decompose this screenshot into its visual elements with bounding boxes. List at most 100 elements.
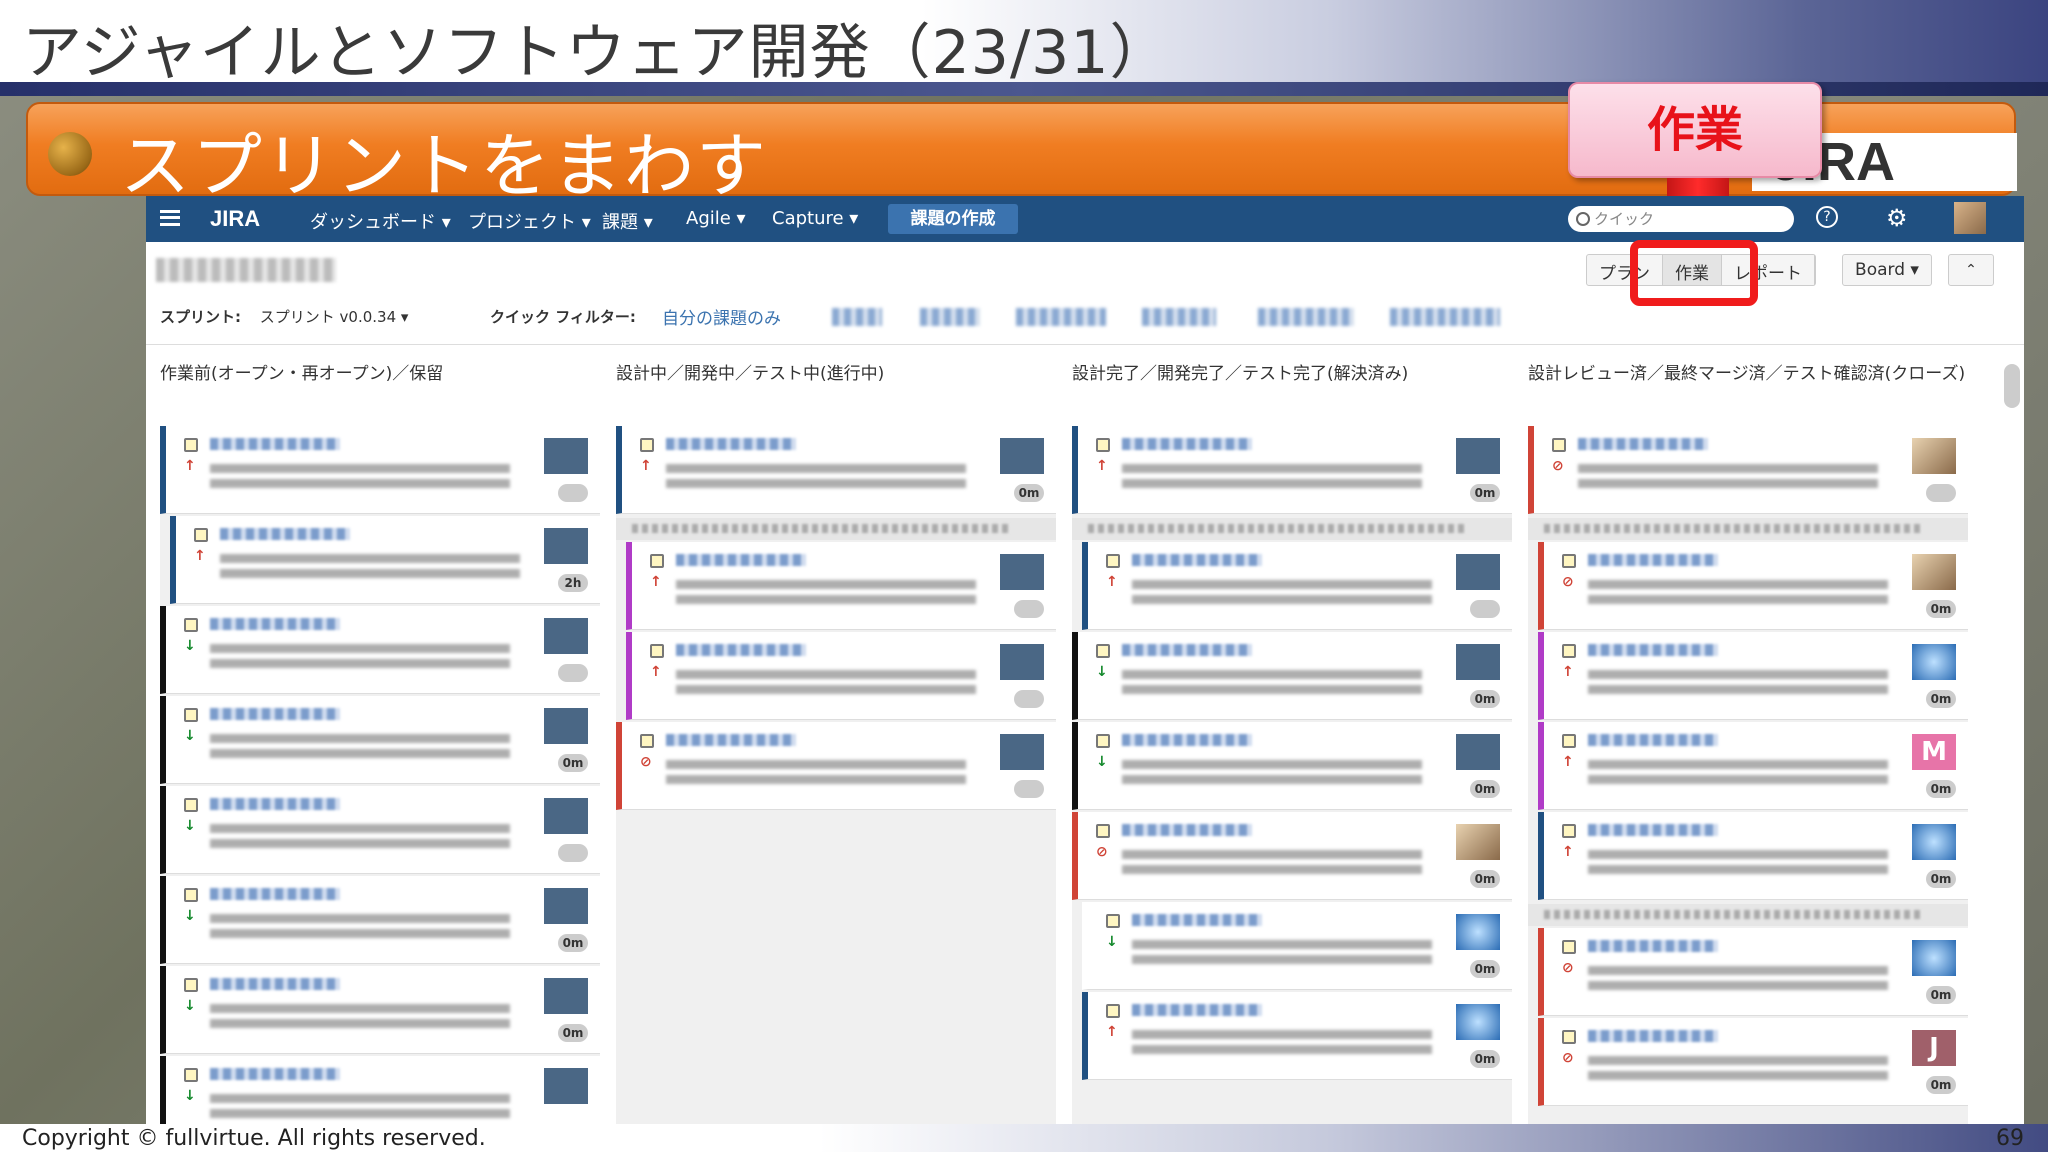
sprint-value[interactable]: スプリント v0.0.34 ▾ [260,308,409,326]
swimlane-header[interactable] [616,518,1056,540]
menu-icon[interactable] [160,210,180,226]
issue-key[interactable] [1588,644,1718,656]
issue-key[interactable] [1588,940,1718,952]
issue-key[interactable] [210,798,340,810]
issue-key[interactable] [210,438,340,450]
nav-dashboard[interactable]: ダッシュボード ▾ [310,208,451,234]
issue-card[interactable]: ⊘ 0m [1072,812,1512,900]
issue-card[interactable]: ⊘ [616,722,1056,810]
jira-logo[interactable]: JIRA [210,206,260,232]
board-menu-button[interactable]: Board ▾ [1842,254,1932,286]
issue-card[interactable]: ↓ [160,786,600,874]
estimate-badge [1470,600,1500,618]
issue-card[interactable]: ↑ 0m [1082,992,1512,1080]
swimlane-header[interactable] [1072,518,1512,540]
issue-key[interactable] [1588,734,1718,746]
priority-up-icon: ↑ [650,574,662,590]
issue-card[interactable]: ⊘ 0m [1538,542,1968,630]
issue-key[interactable] [210,618,340,630]
issue-card[interactable]: ⊘ J 0m [1538,1018,1968,1106]
issue-card[interactable]: ↑ M 0m [1538,722,1968,810]
estimate-badge: 0m [558,754,588,772]
issue-card[interactable]: ↑ [160,426,600,514]
issue-card[interactable]: ↑ 2h [170,516,600,604]
estimate-badge [1014,600,1044,618]
issue-summary [1132,574,1432,604]
issue-type-icon [650,554,664,568]
issue-card[interactable]: ↑ [626,632,1056,720]
issue-card[interactable]: ↑ 0m [1072,426,1512,514]
priority-up-icon: ↑ [1106,1024,1118,1040]
issue-key[interactable] [666,734,796,746]
issue-card[interactable]: ↓ [160,1056,600,1124]
search-input[interactable]: クイック [1568,206,1794,232]
swimlane-header[interactable] [1528,518,1968,540]
collapse-button[interactable]: ⌃ [1948,254,1994,286]
issue-key[interactable] [210,978,340,990]
issue-key[interactable] [1588,554,1718,566]
issue-key[interactable] [210,708,340,720]
issue-card[interactable]: ↑ [1082,542,1512,630]
issue-key[interactable] [1132,914,1262,926]
nav-agile[interactable]: Agile ▾ [686,208,746,229]
sprint-selector[interactable]: スプリント: スプリント v0.0.34 ▾ [160,306,408,327]
issue-key[interactable] [1132,554,1262,566]
blocker-icon: ⊘ [1096,844,1108,860]
quick-filter[interactable] [832,308,882,326]
issue-key[interactable] [1588,1030,1718,1042]
column-in-progress: ↑ 0m ↑ ↑ ⊘ [616,426,1056,1124]
issue-card[interactable]: ↑ 0m [616,426,1056,514]
issue-key[interactable] [1122,644,1252,656]
issue-card[interactable]: ↓ [160,606,600,694]
nav-projects[interactable]: プロジェクト ▾ [468,208,591,234]
issue-card[interactable]: ⊘ [1528,426,1968,514]
issue-summary [1122,844,1422,874]
issue-card[interactable]: ↑ 0m [1538,812,1968,900]
issue-key[interactable] [210,888,340,900]
issue-key[interactable] [210,1068,340,1080]
issue-card[interactable]: ⊘ 0m [1538,928,1968,1016]
quick-filter[interactable] [1258,308,1354,326]
quick-filter-mine[interactable]: 自分の課題のみ [662,304,781,329]
issue-key[interactable] [1132,1004,1262,1016]
issue-key[interactable] [1122,438,1252,450]
create-issue-button[interactable]: 課題の作成 [888,204,1018,234]
issue-key[interactable] [220,528,350,540]
priority-down-icon: ↓ [1096,664,1108,680]
issue-key[interactable] [1122,824,1252,836]
issue-card[interactable]: ↓ 0m [1072,722,1512,810]
estimate-badge: 0m [1470,960,1500,978]
swimlane-header[interactable] [1528,904,1968,926]
priority-up-icon: ↑ [1562,664,1574,680]
issue-key[interactable] [1588,824,1718,836]
blocker-icon: ⊘ [1562,960,1574,976]
nav-issues[interactable]: 課題 ▾ [602,208,653,234]
issue-key[interactable] [1122,734,1252,746]
quick-filter[interactable] [1390,308,1500,326]
issue-summary [666,458,966,488]
help-icon[interactable]: ? [1816,206,1838,228]
quick-filter[interactable] [1016,308,1106,326]
issue-card[interactable]: ↓ 0m [160,696,600,784]
gear-icon[interactable]: ⚙ [1886,204,1908,232]
quick-filter[interactable] [920,308,980,326]
issue-key[interactable] [1578,438,1708,450]
issue-card[interactable]: ↑ [626,542,1056,630]
issue-card[interactable]: ↓ 0m [160,876,600,964]
issue-card[interactable]: ↓ 0m [1072,632,1512,720]
issue-key[interactable] [666,438,796,450]
assignee-avatar [1456,644,1500,680]
quick-filter[interactable] [1142,308,1216,326]
issue-summary [210,818,510,848]
slide-title: アジャイルとソフトウェア開発（23/31） [22,18,1171,88]
nav-capture[interactable]: Capture ▾ [772,208,858,229]
issue-card[interactable]: ↓ 0m [160,966,600,1054]
issue-type-icon [1106,1004,1120,1018]
assignee-avatar [1456,554,1500,590]
issue-card[interactable]: ↓ 0m [1082,902,1512,990]
issue-card[interactable]: ↑ 0m [1538,632,1968,720]
issue-key[interactable] [676,554,806,566]
issue-key[interactable] [676,644,806,656]
user-avatar[interactable] [1954,202,1986,234]
scrollbar[interactable] [2004,364,2020,408]
